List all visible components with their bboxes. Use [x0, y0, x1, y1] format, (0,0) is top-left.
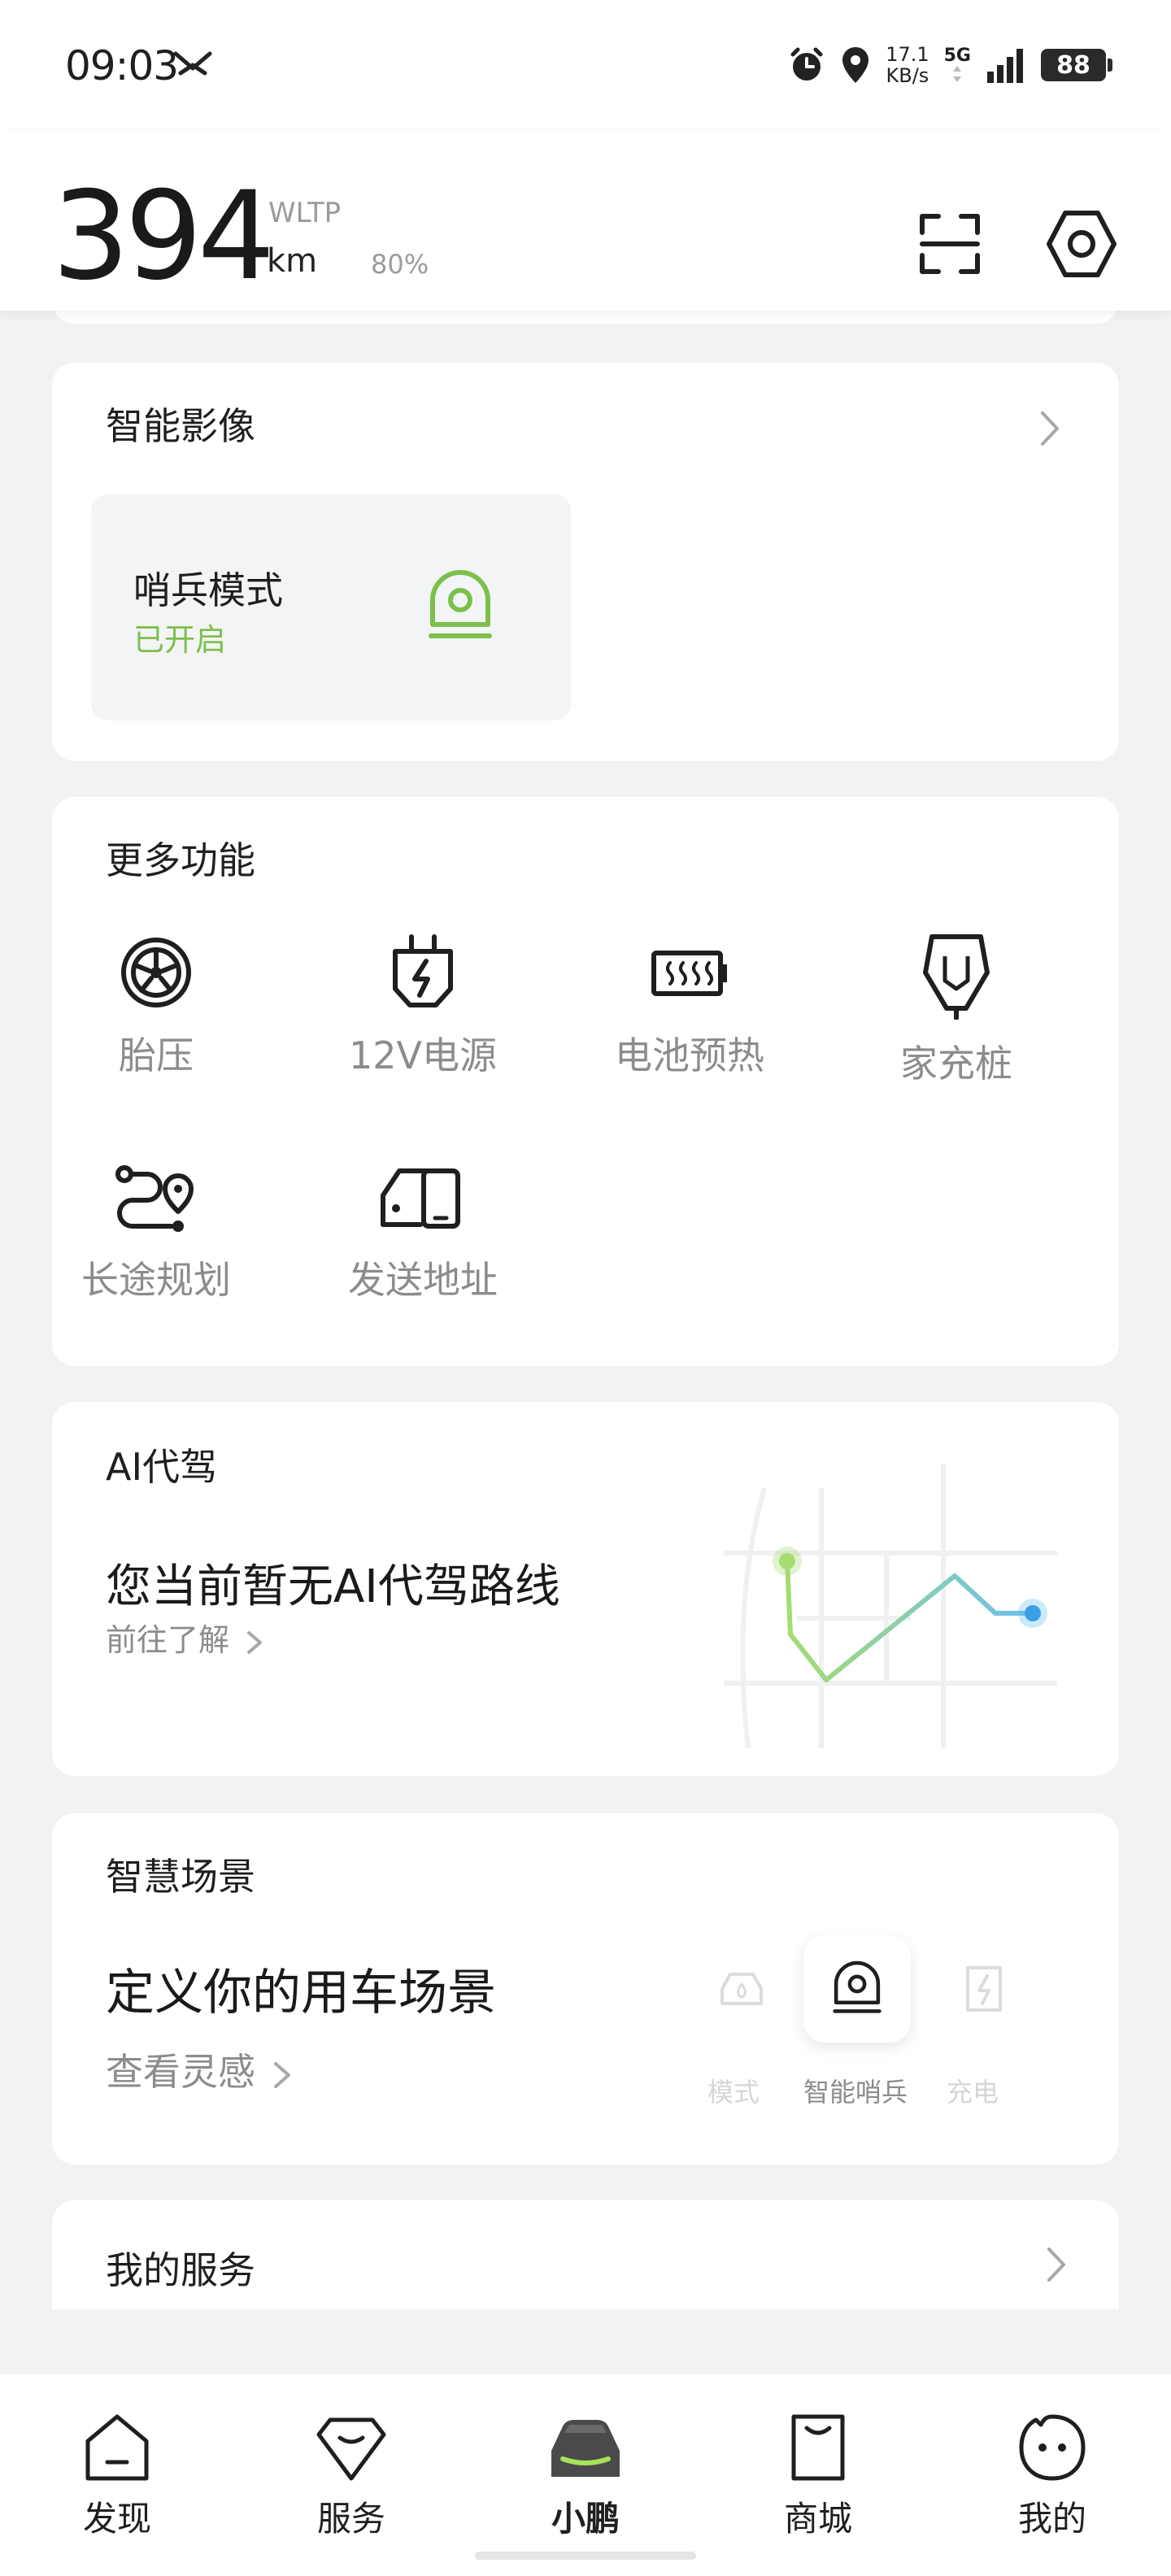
- more-features-card: 更多功能 胎压 12V电源 电池预热 家充桩 长途规划 发送地址: [52, 797, 1119, 1366]
- sentry-camera-icon: [833, 1960, 882, 2013]
- alarm-icon: [790, 47, 823, 80]
- range-unit: km: [267, 242, 318, 280]
- smart-scenes-inspiration-link[interactable]: 查看灵感: [106, 2043, 292, 2096]
- nav-tab-services[interactable]: 服务: [270, 2408, 433, 2541]
- sentry-camera-icon: [429, 570, 492, 638]
- smart-scenes-link-label: 查看灵感: [106, 2050, 255, 2094]
- network-speed: 17.1 KB/s: [886, 44, 929, 86]
- settings-icon[interactable]: [1041, 203, 1122, 285]
- chevron-right-icon: [273, 2061, 290, 2088]
- chevron-right-icon[interactable]: [1038, 408, 1062, 449]
- more-features-title: 更多功能: [106, 838, 255, 882]
- send-address-icon: [381, 1168, 460, 1229]
- ai-driving-title: AI代驾: [106, 1445, 218, 1489]
- network-speed-value: 17.1: [886, 43, 929, 66]
- charger-icon: [923, 934, 990, 1020]
- data-arrows-icon: [953, 66, 962, 82]
- car-mode-icon: [720, 1973, 763, 2005]
- xpeng-logo-icon: [173, 51, 212, 76]
- feature-label: 发送地址: [348, 1258, 498, 1302]
- feature-12v-power[interactable]: 12V电源: [301, 933, 545, 1080]
- nav-label: 商城: [783, 2499, 852, 2539]
- network-speed-unit: KB/s: [886, 64, 929, 87]
- nav-tab-me[interactable]: 我的: [971, 2408, 1134, 2541]
- mall-bag-icon: [791, 2414, 845, 2481]
- chevron-right-icon[interactable]: [1044, 2244, 1069, 2285]
- feature-send-address[interactable]: 发送地址: [301, 1158, 545, 1304]
- scene-label: 智能哨兵: [803, 2077, 908, 2108]
- nav-label: 小鹏: [551, 2499, 620, 2539]
- nav-tab-discover[interactable]: 发现: [36, 2408, 198, 2541]
- feature-home-charger[interactable]: 家充桩: [834, 933, 1078, 1088]
- bottom-navigation: 发现 服务 小鹏 商城 我的: [0, 2374, 1171, 2576]
- scan-icon[interactable]: [911, 205, 989, 283]
- charging-icon: [966, 1966, 1002, 2012]
- ai-driving-link-label: 前往了解: [106, 1622, 230, 1658]
- nav-tab-xpeng[interactable]: 小鹏: [504, 2408, 667, 2541]
- chevron-right-icon: [247, 1630, 263, 1654]
- range-standard: WLTP: [268, 197, 342, 229]
- battery-indicator: 88: [1041, 49, 1112, 81]
- my-services-title: 我的服务: [106, 2248, 255, 2292]
- feature-long-trip-planning[interactable]: 长途规划: [34, 1158, 278, 1304]
- services-icon: [316, 2417, 386, 2481]
- feature-label: 家充桩: [900, 1042, 1012, 1086]
- signal-icon: [987, 49, 1023, 83]
- smart-scenes-title: 智慧场景: [106, 1855, 255, 1899]
- network-type: 5G: [944, 47, 971, 83]
- route-map-illustration: [724, 1464, 1057, 1749]
- status-bar: 09:03 17.1 KB/s 5G 88: [0, 0, 1171, 130]
- battery-heat-icon: [651, 951, 727, 996]
- feature-tire-pressure[interactable]: 胎压: [34, 933, 278, 1080]
- ai-driving-learn-more-link[interactable]: 前往了解: [106, 1615, 263, 1660]
- ai-driving-card[interactable]: AI代驾 您当前暂无AI代驾路线 前往了解: [52, 1402, 1119, 1776]
- home-indicator[interactable]: [475, 2552, 696, 2560]
- scene-label: 模式: [707, 2077, 760, 2108]
- smart-imaging-card[interactable]: 智能影像 哨兵模式 已开启: [52, 363, 1119, 761]
- car-icon: [551, 2420, 620, 2477]
- smart-scenes-card[interactable]: 智慧场景 定义你的用车场景 查看灵感 模式 智能哨兵 充电: [52, 1813, 1119, 2165]
- feature-label: 胎压: [119, 1033, 194, 1077]
- nav-label: 服务: [316, 2499, 385, 2539]
- nav-label: 我的: [1017, 2499, 1086, 2539]
- smart-scenes-headline: 定义你的用车场景: [106, 1965, 496, 2021]
- status-time: 09:03: [65, 42, 179, 89]
- discover-icon: [85, 2414, 149, 2481]
- scene-chip-charging[interactable]: [930, 1935, 1038, 2043]
- nav-tab-mall[interactable]: 商城: [737, 2408, 899, 2541]
- battery-percent: 80%: [371, 249, 429, 280]
- my-services-card[interactable]: 我的服务: [52, 2200, 1119, 2309]
- tire-icon: [121, 938, 191, 1007]
- feature-label: 电池预热: [615, 1033, 764, 1077]
- plug-icon: [393, 934, 453, 1007]
- sentry-mode-status: 已开启: [133, 622, 227, 658]
- range-value: 394: [52, 166, 275, 307]
- scene-chip-mode[interactable]: [688, 1935, 795, 2043]
- ai-driving-empty-text: 您当前暂无AI代驾路线: [106, 1560, 560, 1613]
- network-type-label: 5G: [943, 46, 971, 66]
- smart-imaging-title: 智能影像: [106, 404, 255, 448]
- scene-label: 充电: [947, 2077, 999, 2108]
- feature-battery-preheat[interactable]: 电池预热: [568, 933, 812, 1080]
- profile-face-icon: [1019, 2414, 1086, 2481]
- sentry-mode-tile[interactable]: 哨兵模式 已开启: [91, 494, 571, 720]
- range-header: 394 WLTP km 80%: [0, 130, 1171, 311]
- nav-label: 发现: [82, 2499, 151, 2539]
- route-icon: [115, 1165, 194, 1232]
- sentry-mode-label: 哨兵模式: [133, 568, 283, 612]
- scene-chip-smart-sentry[interactable]: [803, 1935, 911, 2043]
- feature-label: 长途规划: [81, 1258, 231, 1302]
- feature-label: 12V电源: [348, 1033, 497, 1077]
- location-icon: [842, 47, 869, 83]
